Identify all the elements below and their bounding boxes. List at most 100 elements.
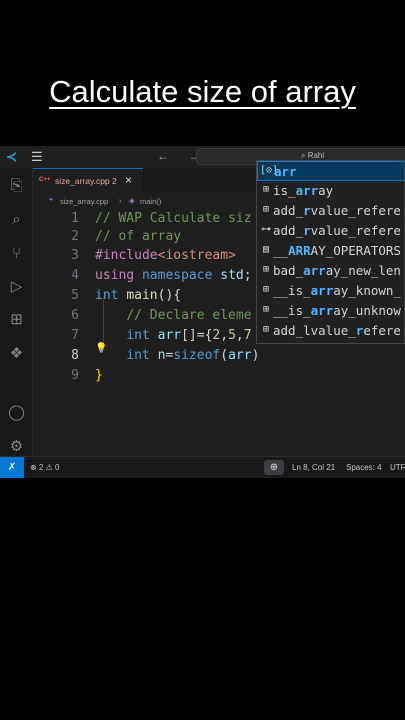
code-token: (){: [157, 288, 182, 303]
code-line[interactable]: // WAP Calculate siz: [95, 211, 252, 226]
suggestion-item[interactable]: ⊶ add_rvalue_refere: [257, 221, 404, 241]
line-number: 7: [71, 328, 79, 343]
code-token: // of array: [95, 229, 182, 244]
source-control-icon[interactable]: ⑂: [8, 245, 25, 262]
breadcrumb-separator: ›: [119, 196, 122, 205]
suggestion-kind-icon: ▤: [262, 244, 270, 255]
code-token: <iostream>: [157, 248, 236, 263]
activity-bar: ⎘ ⌕ ⑂ ▷ ⊞ ❖ ◯ ⚙: [0, 168, 33, 456]
code-token: arr: [157, 328, 182, 343]
vscode-logo-icon: ≺: [6, 149, 17, 164]
extensions-icon[interactable]: ⊞: [8, 311, 25, 328]
line-number: 8: [71, 348, 79, 363]
line-number: 2: [71, 229, 79, 244]
line-number: 3: [71, 248, 79, 263]
code-line[interactable]: int main(){: [95, 288, 181, 303]
suggestion-label: bad_array_new_len: [273, 263, 401, 278]
code-line[interactable]: #include<iostream>: [95, 248, 236, 263]
encoding-setting[interactable]: UTF: [390, 463, 405, 472]
suggestion-item[interactable]: [⊙] arr: [257, 161, 404, 181]
code-token: (: [220, 348, 229, 363]
code-token: // WAP Calculate siz: [95, 211, 252, 226]
code-token: ): [251, 348, 260, 363]
suggestion-label: add_lvalue_refere: [273, 323, 401, 338]
suggestion-label: add_rvalue_refere: [273, 223, 401, 238]
code-token: 7: [243, 328, 252, 343]
tab-size-array-cpp[interactable]: C++ size_array.cpp 2 ×: [33, 168, 143, 192]
suggestion-kind-icon: ⊶: [261, 224, 271, 235]
suggestion-kind-icon: ⊞: [262, 304, 270, 315]
line-number: 6: [71, 308, 79, 323]
code-token: 5: [228, 328, 236, 343]
menu-icon[interactable]: ☰: [31, 149, 43, 165]
settings-gear-icon[interactable]: ⚙: [8, 438, 25, 455]
autocomplete-suggestions: [⊙] arr ⊞ is_array ⊞ add_rvalue_refere ⊶ add_rv…: [256, 160, 405, 344]
code-token: }: [95, 368, 103, 383]
code-token: []={: [181, 328, 213, 343]
close-tab-icon[interactable]: ×: [125, 173, 132, 187]
breadcrumb-symbol[interactable]: main(): [140, 197, 161, 206]
problems-count[interactable]: ⊗ 2 ⚠ 0: [30, 463, 59, 472]
search-icon[interactable]: ⌕: [8, 211, 25, 228]
code-token: namespace: [141, 268, 213, 283]
code-token: int: [126, 328, 150, 343]
suggestion-kind-icon: ⊞: [262, 284, 270, 295]
suggestion-kind-icon: [⊙]: [260, 165, 279, 176]
indentation-setting[interactable]: Spaces: 4: [346, 463, 382, 472]
code-token: std;: [212, 268, 252, 283]
suggestion-label: __ARRAY_OPERATORS: [273, 243, 401, 258]
suggestion-item[interactable]: ⊞ bad_array_new_len: [257, 261, 404, 281]
suggestion-item[interactable]: ⊞ __is_array_known_: [257, 281, 404, 301]
breadcrumb-file[interactable]: size_array.cpp: [60, 197, 108, 206]
suggestion-kind-icon: ⊞: [262, 264, 270, 275]
code-token: sizeof: [173, 348, 221, 363]
code-token: int: [95, 288, 119, 303]
suggestion-item[interactable]: ⊞ add_rvalue_refere: [257, 201, 404, 221]
code-line[interactable]: }: [95, 368, 103, 383]
cursor-position[interactable]: Ln 8, Col 21: [292, 463, 335, 472]
code-token: main: [126, 288, 158, 303]
suggestion-item[interactable]: ⊞ is_array: [257, 181, 404, 201]
function-symbol-icon: ◈: [129, 196, 135, 205]
cpp-file-icon: C++: [39, 177, 51, 183]
accounts-icon[interactable]: ◯: [8, 404, 25, 421]
suggestion-item[interactable]: ▤ __ARRAY_OPERATORS: [257, 241, 404, 261]
status-bar: ✗ ⊗ 2 ⚠ 0 ⊕ Ln 8, Col 21 Spaces: 4 UTF: [0, 456, 405, 478]
line-number: 4: [71, 268, 79, 283]
code-line[interactable]: int n=sizeof(arr): [95, 348, 259, 363]
code-line[interactable]: // of array: [95, 229, 181, 244]
explorer-icon[interactable]: ⎘: [8, 177, 25, 194]
code-line[interactable]: // Declare eleme: [95, 308, 252, 323]
run-debug-icon[interactable]: ▷: [8, 278, 25, 295]
code-token: using: [95, 268, 135, 283]
code-token: // Declare eleme: [126, 308, 252, 323]
video-caption-title: Calculate size of array: [49, 74, 356, 109]
suggestion-kind-icon: ⊞: [262, 184, 270, 195]
suggestion-kind-icon: ⊞: [262, 204, 270, 215]
python-icon[interactable]: ❖: [8, 345, 25, 362]
code-token: int: [126, 348, 150, 363]
line-number: 5: [71, 288, 79, 303]
cpp-file-icon: ⁺: [49, 196, 53, 205]
zoom-icon[interactable]: ⊕: [264, 460, 284, 475]
suggestion-item[interactable]: ⊞ __is_array_unknow: [257, 301, 404, 321]
code-token: arr: [228, 348, 252, 363]
suggestion-item[interactable]: ⊞ add_lvalue_refere: [257, 321, 404, 341]
tab-label: size_array.cpp 2: [55, 176, 117, 186]
suggestion-label: add_rvalue_refere: [273, 203, 401, 218]
code-line[interactable]: using namespace std;: [95, 268, 252, 283]
suggestion-label: __is_array_known_: [273, 283, 401, 298]
code-token: #include: [95, 248, 158, 263]
code-token: ,: [220, 328, 229, 343]
remote-indicator-icon[interactable]: ✗: [0, 457, 24, 478]
suggestion-kind-icon: ⊞: [262, 324, 270, 335]
code-line[interactable]: int arr[]={2,5,7: [95, 328, 252, 343]
line-number: 9: [71, 368, 79, 383]
suggestion-label: __is_array_unknow: [273, 303, 401, 318]
